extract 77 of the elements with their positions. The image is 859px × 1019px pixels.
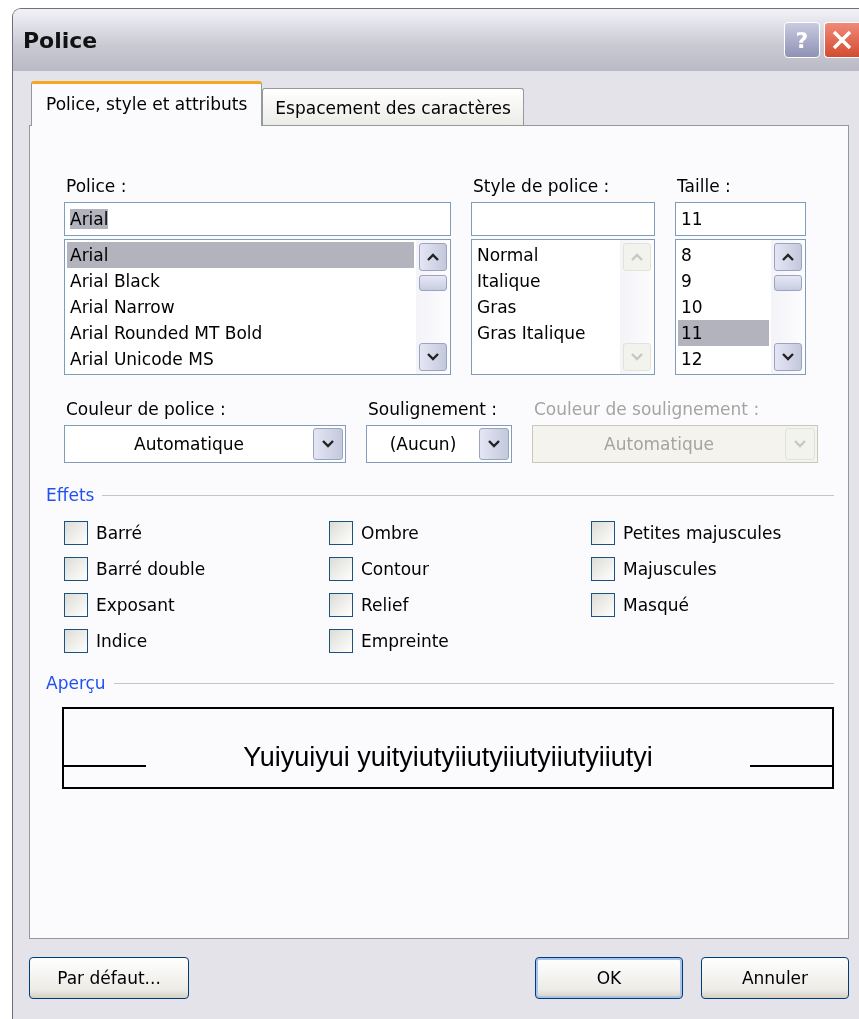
scroll-thumb[interactable] (419, 275, 447, 291)
checkbox[interactable] (64, 629, 88, 653)
field-label: Taille : (677, 176, 732, 196)
checkbox[interactable] (64, 557, 88, 581)
checkbox-label[interactable]: Barré double (96, 559, 206, 579)
checkbox[interactable] (64, 593, 88, 617)
close-icon (831, 29, 853, 51)
checkbox-label[interactable]: Petites majuscules (623, 523, 782, 543)
checkbox-label[interactable]: Ombre (361, 523, 419, 543)
checkbox-label[interactable]: Contour (361, 559, 429, 579)
list-item[interactable]: Gras (474, 294, 618, 320)
dialog-button[interactable]: Annuler (701, 957, 849, 999)
list-item[interactable]: Arial Rounded MT Bold (67, 320, 414, 346)
list-item[interactable]: Gras Italique (474, 320, 618, 346)
chevron-down-icon (426, 352, 440, 362)
list-item[interactable]: Arial Narrow (67, 294, 414, 320)
field-label: Soulignement : (368, 399, 499, 419)
field-label: Police : (66, 176, 128, 196)
list-item[interactable]: Arial Unicode MS (67, 346, 414, 372)
chevron-down-icon (781, 352, 795, 362)
text-field[interactable]: Arial (64, 202, 451, 236)
checkbox-label[interactable]: Relief (361, 595, 409, 615)
chevron-down-icon (321, 439, 335, 449)
dropdown[interactable]: (Aucun) (366, 425, 512, 463)
list-item[interactable]: 12 (678, 346, 769, 372)
checkbox-label[interactable]: Empreinte (361, 631, 449, 651)
checkbox[interactable] (329, 593, 353, 617)
window-title: Police (23, 27, 98, 53)
chevron-down-icon (630, 352, 644, 362)
dropdown[interactable]: Automatique (64, 425, 346, 463)
checkbox-label[interactable]: Majuscules (623, 559, 717, 579)
list-item[interactable]: Italique (474, 268, 618, 294)
list-item[interactable]: Arial (67, 242, 414, 268)
list-item[interactable]: Normal (474, 242, 618, 268)
list-item[interactable]: 8 (678, 242, 769, 268)
checkbox-label[interactable]: Exposant (96, 595, 175, 615)
chevron-up-icon (630, 252, 644, 262)
checkbox[interactable] (329, 629, 353, 653)
scrollbar[interactable] (771, 240, 805, 374)
checkbox[interactable] (591, 593, 615, 617)
scroll-down-button[interactable] (419, 343, 447, 371)
text-field[interactable]: 11 (675, 202, 806, 236)
checkbox-label[interactable]: Indice (96, 631, 148, 651)
list-item[interactable]: Arial Black (67, 268, 414, 294)
scroll-down-button[interactable] (774, 343, 802, 371)
list-item[interactable]: 9 (678, 268, 769, 294)
tab[interactable]: Espacement des caractères (262, 88, 524, 126)
checkbox-label[interactable]: Masqué (623, 595, 689, 615)
group-title: Aperçu (46, 673, 106, 693)
scrollbar[interactable] (416, 240, 450, 374)
scroll-up-button[interactable] (774, 243, 802, 271)
chevron-up-icon (781, 252, 795, 262)
chevron-up-icon (426, 252, 440, 262)
field-label: Couleur de police : (66, 399, 227, 419)
checkbox[interactable] (591, 557, 615, 581)
chevron-down-icon (793, 439, 807, 449)
tab[interactable]: Police, style et attributs (31, 81, 263, 126)
dialog-button[interactable]: OK (535, 957, 683, 999)
checkbox[interactable] (64, 521, 88, 545)
group-title: Effets (46, 485, 95, 505)
dialog-button[interactable]: Par défaut... (29, 957, 189, 999)
field-label: Couleur de soulignement : (534, 399, 761, 419)
checkbox[interactable] (329, 557, 353, 581)
scroll-up-button[interactable] (419, 243, 447, 271)
preview-text: Yuiyuiyui yuityiutyiiutyiiutyiiutyiiutyi (242, 742, 654, 774)
list-item[interactable]: 11 (678, 320, 769, 346)
chevron-down-icon (487, 439, 501, 449)
checkbox[interactable] (329, 521, 353, 545)
checkbox-label[interactable]: Barré (96, 523, 142, 543)
list-item[interactable]: 10 (678, 294, 769, 320)
scroll-thumb[interactable] (774, 275, 802, 291)
text-field[interactable] (471, 202, 655, 236)
field-label: Style de police : (473, 176, 611, 196)
close-button[interactable] (824, 22, 859, 58)
dropdown-button[interactable] (313, 428, 343, 460)
checkbox[interactable] (591, 521, 615, 545)
dropdown-button[interactable] (479, 428, 509, 460)
